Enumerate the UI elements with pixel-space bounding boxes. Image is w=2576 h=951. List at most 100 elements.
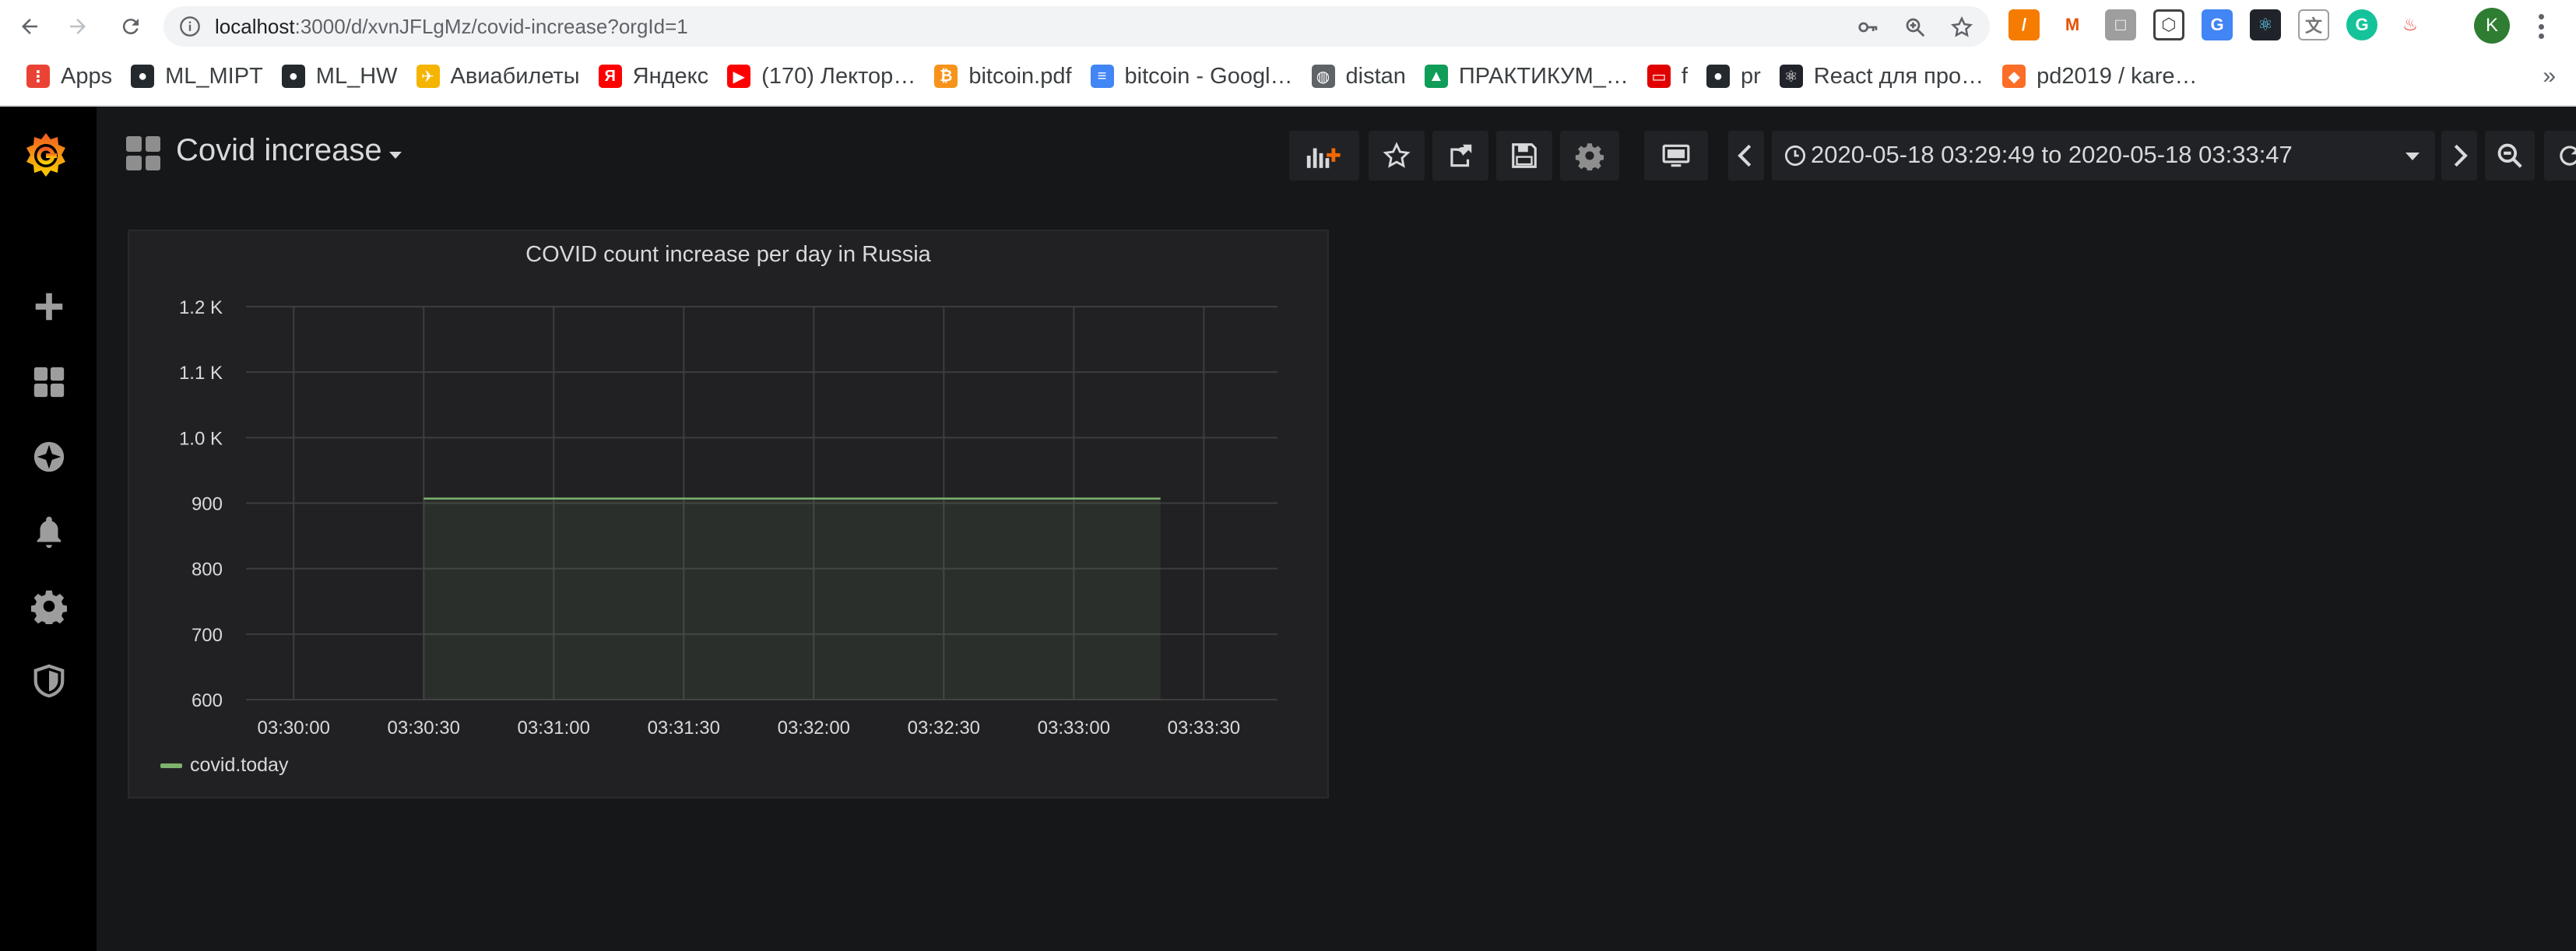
bookmark-label: ML_MIPT bbox=[165, 63, 263, 89]
star-dashboard-button[interactable] bbox=[1369, 131, 1425, 181]
bookmark-item[interactable]: ⚛ React для про… bbox=[1770, 56, 1993, 97]
globe-icon: ◍ bbox=[1311, 65, 1335, 88]
bookmark-item[interactable]: ₿ bitcoin.pdf bbox=[925, 56, 1081, 97]
y-tick-label: 1.0 K bbox=[179, 428, 223, 449]
time-shift-forward-button[interactable] bbox=[2441, 131, 2477, 181]
monitor-icon bbox=[1662, 144, 1690, 167]
key-icon[interactable] bbox=[1854, 13, 1882, 41]
reload-button[interactable] bbox=[112, 8, 149, 45]
chevron-left-icon bbox=[1738, 144, 1752, 167]
extension-icon[interactable]: □ bbox=[2105, 9, 2136, 40]
server-admin-shield-icon[interactable] bbox=[30, 661, 69, 700]
bookmark-label: bitcoin - Googl… bbox=[1124, 63, 1293, 89]
y-tick-label: 700 bbox=[192, 625, 223, 646]
fire-icon[interactable]: ♨ bbox=[2395, 9, 2426, 40]
bookmark-item[interactable]: ● pr bbox=[1697, 56, 1770, 97]
configuration-gear-icon[interactable] bbox=[30, 587, 69, 626]
x-tick-label: 03:31:00 bbox=[518, 718, 590, 739]
address-bar[interactable]: localhost:3000/d/xvnJFLgMz/covid-increas… bbox=[163, 6, 1990, 47]
bookmark-item[interactable]: ⋮ Apps bbox=[17, 56, 121, 97]
bookmark-item[interactable]: ▶ (170) Лектор… bbox=[718, 56, 925, 97]
extension-icon[interactable]: M bbox=[2057, 9, 2088, 40]
share-dashboard-button[interactable] bbox=[1432, 131, 1488, 181]
profile-avatar[interactable]: K bbox=[2474, 8, 2510, 44]
explore-icon[interactable] bbox=[30, 437, 69, 476]
chevron-right-icon bbox=[2454, 144, 2468, 167]
bookmark-item[interactable]: ● ML_MIPT bbox=[121, 56, 272, 97]
gitlab-icon: ◆ bbox=[2002, 65, 2026, 88]
bookmark-label: Авиабилеты bbox=[450, 63, 580, 89]
reload-icon bbox=[122, 19, 139, 35]
bookmark-label: f bbox=[1681, 63, 1688, 89]
caret-down-icon[interactable] bbox=[389, 152, 402, 159]
dashboard-title[interactable]: Covid increase bbox=[176, 133, 382, 168]
url-text: localhost:3000/d/xvnJFLgMz/covid-increas… bbox=[215, 15, 688, 39]
react-devtools-icon[interactable]: ⚛ bbox=[2250, 9, 2281, 40]
yandex-icon: Я bbox=[598, 65, 622, 88]
create-icon[interactable] bbox=[30, 287, 69, 326]
bookmark-label: Apps bbox=[61, 63, 113, 89]
caret-down-icon bbox=[2406, 153, 2420, 160]
x-tick-label: 03:32:00 bbox=[778, 718, 850, 739]
graph-panel[interactable]: COVID count increase per day in Russia 6… bbox=[128, 230, 1329, 798]
clock-icon bbox=[1784, 145, 1806, 167]
forward-button[interactable] bbox=[59, 8, 97, 45]
legend-item[interactable]: covid.today bbox=[160, 754, 288, 777]
grafana-logo-icon[interactable] bbox=[19, 128, 73, 183]
time-shift-back-button[interactable] bbox=[1728, 131, 1764, 181]
bookmark-star-icon[interactable] bbox=[1948, 13, 1976, 41]
info-icon bbox=[180, 16, 200, 37]
bookmark-item[interactable]: ▭ f bbox=[1638, 56, 1697, 97]
time-picker-button[interactable]: 2020-05-18 03:29:49 to 2020-05-18 03:33:… bbox=[1772, 131, 2435, 181]
refresh-button[interactable] bbox=[2544, 131, 2576, 181]
grammarly-icon[interactable]: G bbox=[2346, 9, 2377, 40]
bookmark-item[interactable]: ≡ bitcoin - Googl… bbox=[1081, 56, 1302, 97]
share-icon bbox=[1450, 144, 1472, 167]
bitcoin-icon: ₿ bbox=[934, 65, 958, 88]
y-tick-label: 1.2 K bbox=[179, 297, 223, 318]
add-panel-icon bbox=[1306, 148, 1341, 168]
x-tick-label: 03:33:30 bbox=[1168, 718, 1240, 739]
browser-menu-icon[interactable] bbox=[2527, 11, 2555, 42]
bookmark-label: pr bbox=[1740, 63, 1761, 89]
refresh-icon bbox=[2560, 146, 2576, 166]
bookmark-item[interactable]: ✈ Авиабилеты bbox=[407, 56, 589, 97]
x-tick-label: 03:33:00 bbox=[1038, 718, 1110, 739]
x-tick-label: 03:31:30 bbox=[648, 718, 720, 739]
dashboard-grid-icon bbox=[126, 136, 160, 170]
graph-chart: 600 700 800 900 1.0 K 1.1 K 1.2 K 03:30:00 03:30… bbox=[179, 297, 1277, 739]
arrow-right-icon bbox=[70, 19, 86, 34]
bookmark-item[interactable]: ◆ pd2019 / kare… bbox=[1993, 56, 2206, 97]
view-mode-button[interactable] bbox=[1644, 131, 1708, 181]
grafana-sidemenu bbox=[0, 107, 97, 951]
alerting-bell-icon[interactable] bbox=[30, 512, 69, 551]
extension-icon[interactable]: ⬡ bbox=[2153, 9, 2184, 40]
bookmark-item[interactable]: ▲ ПРАКТИКУМ_… bbox=[1415, 56, 1638, 97]
dashboard-navbar: Covid increase 2020-05-18 03:29:49 to 20… bbox=[97, 107, 2576, 203]
extension-icon[interactable]: 文 bbox=[2298, 9, 2329, 40]
legend-label: covid.today bbox=[190, 754, 289, 776]
dashboard-settings-button[interactable] bbox=[1560, 131, 1619, 181]
bookmarks-overflow-button[interactable]: » bbox=[2543, 56, 2556, 97]
save-icon bbox=[1512, 143, 1537, 168]
bookmark-label: ML_HW bbox=[315, 63, 398, 89]
extension-icon[interactable]: / bbox=[2008, 9, 2040, 40]
bookmark-label: Яндекс bbox=[632, 63, 709, 89]
bookmark-item[interactable]: ● ML_HW bbox=[272, 56, 407, 97]
bookmark-label: (170) Лектор… bbox=[761, 63, 916, 89]
y-tick-label: 800 bbox=[192, 560, 223, 581]
back-button[interactable] bbox=[11, 8, 48, 45]
dashboards-icon[interactable] bbox=[30, 363, 69, 402]
bookmark-label: bitcoin.pdf bbox=[968, 63, 1072, 89]
translate-icon[interactable]: G bbox=[2202, 9, 2233, 40]
bookmark-item[interactable]: ◍ distan bbox=[1302, 56, 1415, 97]
x-tick-label: 03:30:00 bbox=[258, 718, 330, 739]
series-area bbox=[423, 498, 1161, 700]
add-panel-button[interactable] bbox=[1289, 131, 1359, 181]
zoom-icon[interactable] bbox=[1901, 13, 1929, 41]
y-tick-label: 600 bbox=[192, 690, 223, 711]
bookmark-item[interactable]: Я Яндекс bbox=[589, 56, 719, 97]
zoom-out-button[interactable] bbox=[2485, 131, 2535, 181]
google-docs-icon: ≡ bbox=[1090, 65, 1114, 88]
save-dashboard-button[interactable] bbox=[1496, 131, 1552, 181]
